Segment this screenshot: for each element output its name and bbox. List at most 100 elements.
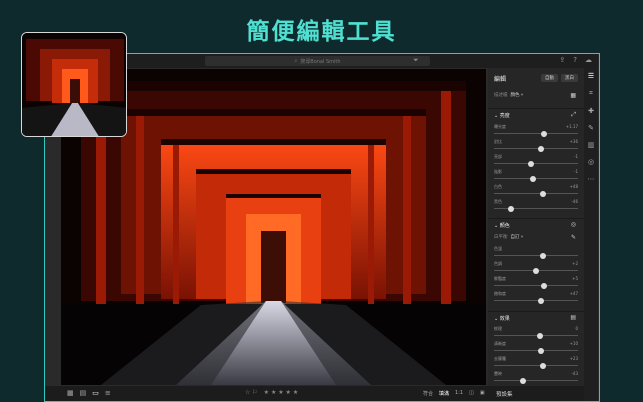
help-icon[interactable]: ? (573, 56, 577, 64)
star-rating[interactable]: ★ ★ ★ ★ ★ (264, 389, 299, 396)
slider-value: +47 (569, 291, 578, 296)
slider-row[interactable]: 紋理 0 (494, 326, 578, 341)
slider-row[interactable]: 黑色 -46 (494, 199, 578, 214)
slider-value: -1 (574, 154, 578, 159)
presets-button[interactable]: 預設集 (496, 390, 513, 398)
slider-knob[interactable] (529, 175, 536, 182)
brush-icon[interactable]: ✎ (588, 124, 594, 132)
radial-icon[interactable]: ◎ (588, 158, 594, 166)
slider-label: 飽和度 (494, 291, 506, 296)
profile-browser-icon[interactable]: ▦ (570, 92, 576, 99)
filter-icon[interactable]: ⏷ (413, 56, 419, 65)
sort-icon[interactable]: ≡ (105, 389, 111, 397)
slider-knob[interactable] (520, 377, 527, 384)
fill-button[interactable]: 填滿 (439, 390, 449, 397)
healing-icon[interactable]: ✚ (588, 107, 594, 115)
slider-label: 陰影 (494, 169, 502, 174)
edit-panel: 編輯 自動 黑白 描述檔 顏色 ▾ ▦ ⌄ 亮度 ⤢ 曝光度 +1.17 對比 +36 亮… (488, 68, 584, 386)
color-title: ⌄ 顏色 (494, 223, 510, 229)
slider-row[interactable]: 亮部 -1 (494, 154, 578, 169)
slider-knob[interactable] (527, 160, 534, 167)
share-icon[interactable]: ⇪ (559, 56, 565, 64)
slider-knob[interactable] (538, 347, 545, 354)
slider-track[interactable] (494, 193, 578, 194)
slider-track[interactable] (494, 178, 578, 179)
slider-knob[interactable] (541, 282, 548, 289)
slider-label: 色溫 (494, 246, 502, 251)
light-section-header[interactable]: ⌄ 亮度 ⤢ (488, 108, 584, 120)
slider-label: 對比 (494, 139, 502, 144)
slider-track[interactable] (494, 300, 578, 301)
slider-knob[interactable] (538, 297, 545, 304)
slider-row[interactable]: 色溫 (494, 246, 578, 261)
light-title: ⌄ 亮度 (494, 113, 510, 119)
slider-label: 紋理 (494, 326, 502, 331)
slider-row[interactable]: 飽和度 +47 (494, 291, 578, 306)
slider-label: 色調 (494, 261, 502, 266)
more-icon[interactable]: ⋯ (588, 175, 595, 183)
slider-knob[interactable] (537, 332, 544, 339)
slider-track[interactable] (494, 133, 578, 134)
slider-track[interactable] (494, 148, 578, 149)
search-placeholder: 搜尋Bonal Smith (300, 58, 341, 65)
slider-track[interactable] (494, 208, 578, 209)
slider-knob[interactable] (540, 130, 547, 137)
slider-track[interactable] (494, 380, 578, 381)
slider-row[interactable]: 白色 +48 (494, 184, 578, 199)
bw-button[interactable]: 黑白 (561, 74, 578, 82)
profile-selector[interactable]: 描述檔 顏色 ▾ (494, 92, 523, 98)
effects-icon[interactable]: ▤ (570, 314, 576, 321)
slider-label: 白色 (494, 184, 502, 189)
square-grid-icon[interactable]: ▤ (80, 389, 87, 397)
cloud-icon[interactable]: ☁ (585, 56, 592, 64)
ratio-button[interactable]: 1:1 (455, 390, 463, 397)
slider-row[interactable]: 清晰度 +10 (494, 341, 578, 356)
slider-row[interactable]: 暈映 -43 (494, 371, 578, 386)
profile-value: 顏色 (510, 93, 520, 98)
wb-selector[interactable]: 白平衡 自訂 ▾ (494, 234, 523, 240)
slider-track[interactable] (494, 285, 578, 286)
flag-rating[interactable]: ☆ ⚐ (245, 389, 258, 396)
profile-label: 描述檔 (494, 93, 508, 98)
slider-value: +36 (569, 139, 578, 144)
gradient-icon[interactable]: ▥ (588, 141, 595, 149)
slider-knob[interactable] (539, 252, 546, 259)
slider-knob[interactable] (507, 205, 514, 212)
slider-knob[interactable] (533, 267, 539, 274)
info-icon[interactable]: ▣ (480, 390, 485, 397)
slider-knob[interactable] (539, 190, 546, 197)
slider-track[interactable] (494, 163, 578, 164)
slider-row[interactable]: 鮮豔度 +5 (494, 276, 578, 291)
slider-knob[interactable] (539, 362, 546, 369)
color-mix-icon[interactable]: ◎ (571, 221, 576, 228)
grid-icon[interactable]: ▦ (67, 389, 74, 397)
wb-value: 自訂 (510, 235, 520, 240)
slider-knob[interactable] (538, 145, 545, 152)
auto-button[interactable]: 自動 (541, 74, 558, 82)
compare-icon[interactable]: ◫ (469, 390, 474, 397)
single-view-icon[interactable]: ▭ (92, 389, 99, 397)
color-section-header[interactable]: ⌄ 顏色 ◎ (488, 218, 584, 230)
fit-button[interactable]: 符合 (423, 390, 433, 397)
sliders-icon[interactable]: ☰ (588, 72, 594, 80)
curve-icon[interactable]: ⤢ (571, 111, 576, 119)
slider-row[interactable]: 去朦朧 +23 (494, 356, 578, 371)
slider-track[interactable] (494, 365, 578, 366)
effects-section-header[interactable]: ⌄ 效果 ▤ (488, 311, 584, 323)
search-input[interactable]: ⌕ 搜尋Bonal Smith (205, 56, 430, 66)
slider-row[interactable]: 對比 +36 (494, 139, 578, 154)
slider-label: 清晰度 (494, 341, 506, 346)
slider-row[interactable]: 陰影 -1 (494, 169, 578, 184)
slider-row[interactable]: 曝光度 +1.17 (494, 124, 578, 139)
panel-title: 編輯 (494, 76, 507, 83)
slider-value: +48 (569, 184, 578, 189)
slider-track[interactable] (494, 335, 578, 336)
slider-track[interactable] (494, 255, 578, 256)
torii-thumbnail (22, 33, 126, 136)
crop-icon[interactable]: ⌗ (589, 89, 593, 98)
eyedropper-icon[interactable]: ✎ (571, 234, 576, 241)
slider-label: 去朦朧 (494, 356, 506, 361)
slider-row[interactable]: 色調 +2 (494, 261, 578, 276)
effects-title: ⌄ 效果 (494, 316, 510, 322)
slider-track[interactable] (494, 350, 578, 351)
